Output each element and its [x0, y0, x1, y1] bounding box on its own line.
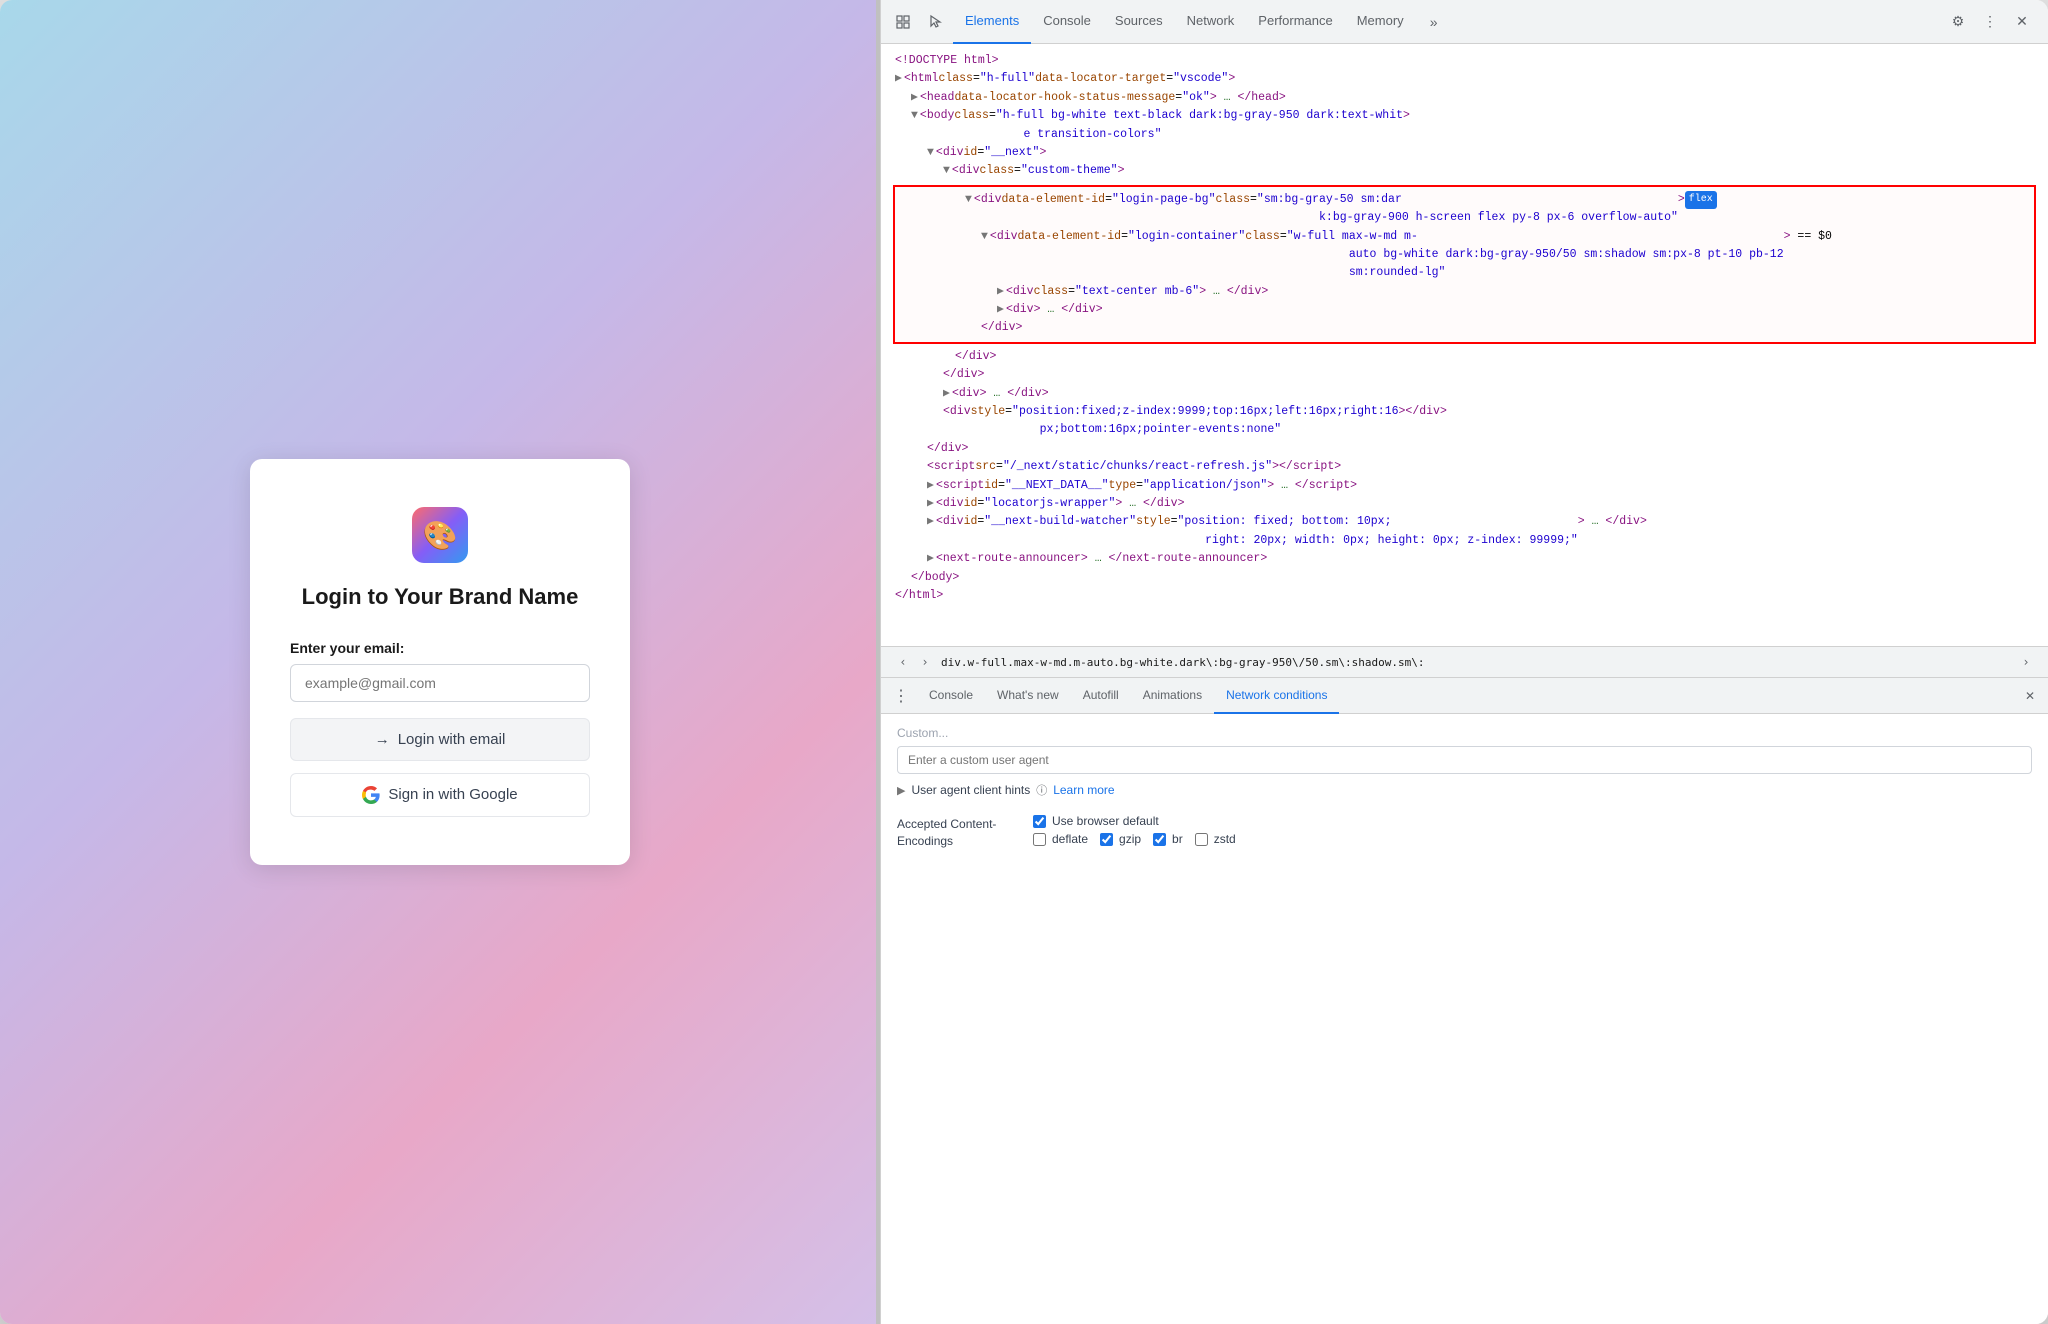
devtools-close-icon[interactable]: ✕ — [2008, 8, 2036, 36]
tab-elements[interactable]: Elements — [953, 0, 1031, 44]
code-line: ▶<head data-locator-hook-status-message=… — [893, 89, 2036, 107]
drawer-tab-network-conditions[interactable]: Network conditions — [1214, 678, 1339, 714]
user-agent-hints-label: User agent client hints — [911, 783, 1030, 797]
zstd-checkbox[interactable] — [1195, 833, 1208, 846]
code-line: </div> — [893, 348, 2036, 366]
drawer-tab-autofill[interactable]: Autofill — [1071, 678, 1131, 714]
accepted-encodings-label: Accepted Content-Encodings — [897, 814, 1017, 850]
br-checkbox[interactable] — [1153, 833, 1166, 846]
learn-more-link[interactable]: Learn more — [1053, 783, 1114, 797]
devtools-panel: Elements Console Sources Network Perform… — [880, 0, 2048, 1324]
code-line: ▶<div id="__next-build-watcher" style="p… — [893, 513, 2036, 550]
code-line: ▶<html class="h-full" data-locator-targe… — [893, 70, 2036, 88]
use-browser-default-label: Use browser default — [1052, 814, 1159, 828]
code-line: ▼<div data-element-id="login-page-bg" cl… — [903, 191, 2026, 228]
code-line: ▼<div data-element-id="login-container" … — [903, 228, 2026, 283]
deflate-label: deflate — [1052, 832, 1088, 846]
email-label: Enter your email: — [290, 640, 404, 656]
code-line: ▶<div id="locatorjs-wrapper"> … </div> — [893, 495, 2036, 513]
br-label: br — [1172, 832, 1183, 846]
app-logo: 🎨 — [412, 507, 468, 563]
browser-window: 🎨 Login to Your Brand Name Enter your em… — [0, 0, 2048, 1324]
code-line: </div> — [893, 440, 2036, 458]
google-btn-label: Sign in with Google — [388, 786, 517, 803]
user-agent-hints-expand[interactable]: ▶ — [897, 784, 905, 797]
br-option: br — [1153, 832, 1183, 846]
code-line: </html> — [893, 587, 2036, 605]
deflate-checkbox[interactable] — [1033, 833, 1046, 846]
code-line: ▼<div id="__next"> — [893, 144, 2036, 162]
login-google-button[interactable]: Sign in with Google — [290, 773, 590, 817]
devtools-inspect-icon[interactable] — [889, 8, 917, 36]
arrow-icon: → — [375, 731, 390, 748]
tab-console[interactable]: Console — [1031, 0, 1103, 44]
code-line: </div> — [903, 319, 2026, 337]
devtools-tabs-bar: Elements Console Sources Network Perform… — [881, 0, 2048, 44]
tab-memory[interactable]: Memory — [1345, 0, 1416, 44]
code-line: ▶<script id="__NEXT_DATA__" type="applic… — [893, 477, 2036, 495]
code-line: ▼<body class="h-full bg-white text-black… — [893, 107, 2036, 144]
login-title: Login to Your Brand Name — [302, 583, 579, 612]
tab-sources[interactable]: Sources — [1103, 0, 1175, 44]
use-browser-default-row: Use browser default — [1033, 814, 2032, 828]
accepted-encodings-content: Use browser default deflate gzip — [1033, 814, 2032, 850]
gzip-checkbox[interactable] — [1100, 833, 1113, 846]
breadcrumb-nav: ‹ › — [893, 652, 935, 672]
gzip-label: gzip — [1119, 832, 1141, 846]
encoding-options-row: deflate gzip br — [1033, 832, 2032, 850]
browser-body: 🎨 Login to Your Brand Name Enter your em… — [0, 0, 2048, 1324]
gzip-option: gzip — [1100, 832, 1141, 846]
breadcrumb-text: div.w-full.max-w-md.m-auto.bg-white.dark… — [941, 656, 1424, 669]
network-conditions-panel: Custom... ▶ User agent client hints ⓘ Le… — [881, 714, 2048, 1324]
breadcrumb-more-button[interactable]: › — [2016, 652, 2036, 672]
code-line: <!DOCTYPE html> — [893, 52, 2036, 70]
code-line: </div> — [893, 366, 2036, 384]
tab-performance[interactable]: Performance — [1246, 0, 1344, 44]
deflate-option: deflate — [1033, 832, 1088, 846]
code-line: </body> — [893, 569, 2036, 587]
webpage-area: 🎨 Login to Your Brand Name Enter your em… — [0, 0, 880, 1324]
code-line: ▼<div class="custom-theme"> — [893, 162, 2036, 180]
breadcrumb-forward-button[interactable]: › — [915, 652, 935, 672]
user-agent-input[interactable] — [897, 746, 2032, 774]
code-line: ▶<div> … </div> — [893, 385, 2036, 403]
devtools-settings-icon[interactable]: ⚙ — [1944, 8, 1972, 36]
drawer-tab-whats-new[interactable]: What's new — [985, 678, 1071, 714]
code-line: ▶<div class="text-center mb-6"> … </div> — [903, 283, 2026, 301]
email-input[interactable] — [290, 664, 590, 702]
login-email-label: Login with email — [398, 731, 506, 748]
devtools-cursor-icon[interactable] — [921, 8, 949, 36]
devtools-ellipsis-icon[interactable]: ⋮ — [1976, 8, 2004, 36]
google-icon — [362, 786, 380, 804]
zstd-option: zstd — [1195, 832, 1236, 846]
panel-resize-handle[interactable] — [876, 0, 880, 1324]
drawer-close-button[interactable]: ✕ — [2020, 686, 2040, 706]
user-agent-section: Custom... ▶ User agent client hints ⓘ Le… — [897, 726, 2032, 798]
drawer-more-icon[interactable]: ⋮ — [889, 678, 913, 714]
highlighted-code-block: ▼<div data-element-id="login-page-bg" cl… — [893, 185, 2036, 344]
custom-label: Custom... — [897, 726, 2032, 740]
devtools-drawer-tabs-bar: ⋮ Console What's new Autofill Animations… — [881, 678, 2048, 714]
code-line: ▶<next-route-announcer> … </next-route-a… — [893, 550, 2036, 568]
code-line: <script src="/_next/static/chunks/react-… — [893, 458, 2036, 476]
breadcrumb-back-button[interactable]: ‹ — [893, 652, 913, 672]
drawer-tab-animations[interactable]: Animations — [1131, 678, 1214, 714]
code-line: <div style="position:fixed;z-index:9999;… — [893, 403, 2036, 440]
use-browser-default-checkbox[interactable] — [1033, 815, 1046, 828]
devtools-code-area[interactable]: <!DOCTYPE html> ▶<html class="h-full" da… — [881, 44, 2048, 646]
login-card: 🎨 Login to Your Brand Name Enter your em… — [250, 459, 630, 865]
tab-network[interactable]: Network — [1175, 0, 1247, 44]
login-email-button[interactable]: → Login with email — [290, 718, 590, 761]
zstd-label: zstd — [1214, 832, 1236, 846]
code-line: ▶<div> … </div> — [903, 301, 2026, 319]
user-agent-hints-row: ▶ User agent client hints ⓘ Learn more — [897, 782, 2032, 798]
user-agent-hints-info-icon: ⓘ — [1036, 782, 1047, 798]
drawer-tab-console[interactable]: Console — [917, 678, 985, 714]
devtools-more-tabs-icon[interactable]: » — [1420, 8, 1448, 36]
devtools-breadcrumb-bar: ‹ › div.w-full.max-w-md.m-auto.bg-white.… — [881, 646, 2048, 678]
accepted-encodings-section: Accepted Content-Encodings Use browser d… — [897, 814, 2032, 850]
